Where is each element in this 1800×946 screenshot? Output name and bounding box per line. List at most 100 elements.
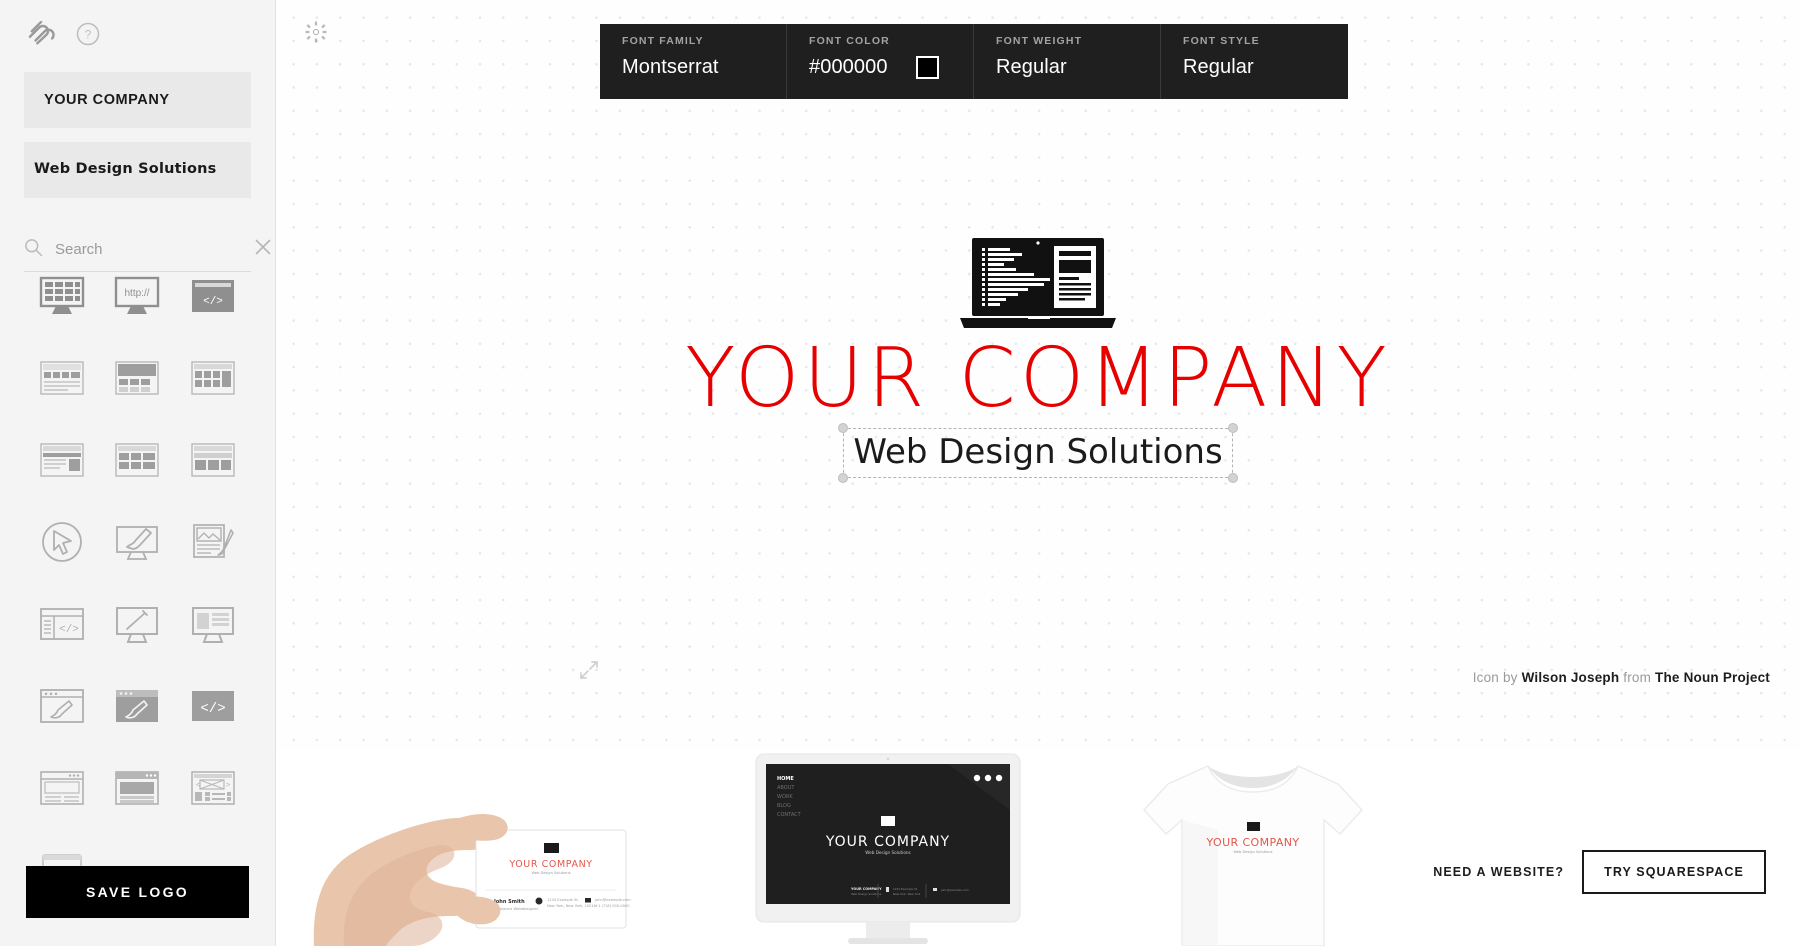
svg-text:Web Design Solutions: Web Design Solutions <box>851 892 882 896</box>
resize-handle-bottom-left[interactable] <box>838 473 849 483</box>
laptop-code-document-icon[interactable] <box>276 238 1800 330</box>
attribution-middle: from <box>1619 670 1656 685</box>
icon-result-browser-play[interactable] <box>24 834 100 866</box>
browser-brush-filled-icon <box>116 690 159 722</box>
font-color-selector[interactable]: FONT COLOR #000000 <box>787 24 974 99</box>
icon-result-wireframe-columns[interactable] <box>175 424 251 496</box>
icon-result-wireframe-hero[interactable] <box>100 342 176 414</box>
icon-result-monitor-pen[interactable] <box>100 588 176 660</box>
svg-text:</>: </> <box>59 624 79 636</box>
svg-text:Freelance Webdesigner: Freelance Webdesigner <box>494 906 539 911</box>
expand-icon[interactable] <box>579 660 599 680</box>
icon-result-image-brush[interactable] <box>175 506 251 578</box>
icon-result-wireframe-table[interactable] <box>100 424 176 496</box>
svg-text:john@example.com: john@example.com <box>940 888 969 892</box>
monitor-layout-icon <box>192 607 235 643</box>
icon-result-code-tag-filled[interactable]: </> <box>175 670 251 742</box>
svg-text:New York, New York: New York, New York <box>893 892 921 896</box>
font-family-selector[interactable]: FONT FAMILY Montserrat <box>600 24 787 99</box>
svg-text:>: > <box>226 782 230 789</box>
icon-result-monitor-brush[interactable] <box>100 506 176 578</box>
font-family-label: FONT FAMILY <box>622 35 704 47</box>
icon-result-browser-video[interactable] <box>100 752 176 824</box>
tagline-value: Web Design Solutions <box>34 161 217 177</box>
svg-text:1234 Example St.: 1234 Example St. <box>547 898 579 902</box>
font-color-swatch[interactable] <box>915 56 939 79</box>
browser-video-icon <box>115 771 160 805</box>
logo-tagline[interactable]: Web Design Solutions <box>843 428 1232 478</box>
save-logo-button[interactable]: SAVE LOGO <box>26 866 249 918</box>
attribution-source[interactable]: The Noun Project <box>1655 670 1770 685</box>
logo-title[interactable]: YOUR COMPANY <box>276 338 1800 420</box>
search-input[interactable] <box>55 241 254 258</box>
font-family-value: Montserrat <box>622 56 719 78</box>
attribution-author[interactable]: Wilson Joseph <box>1522 670 1620 685</box>
gear-icon[interactable] <box>305 21 327 43</box>
icon-result-monitor-http[interactable]: http:// <box>100 274 176 332</box>
logo-canvas[interactable]: FONT FAMILY Montserrat FONT COLOR #00000… <box>276 0 1800 946</box>
svg-text:http://: http:// <box>125 288 150 299</box>
cta-label: NEED A WEBSITE? <box>1433 865 1565 879</box>
icon-results-scroll[interactable]: http:// </> </> </> < > <box>0 274 275 866</box>
monitor-http-icon: http:// <box>115 276 160 314</box>
logo-maker-app: ? YOUR COMPANY Web Design Solutions Sear… <box>0 0 1800 946</box>
font-weight-value: Regular <box>996 56 1067 78</box>
icon-result-wireframe-list[interactable] <box>24 342 100 414</box>
tshirt-mockup[interactable]: YOUR COMPANY Web Design Solutions <box>1108 750 1398 946</box>
font-toolbar: FONT FAMILY Montserrat FONT COLOR #00000… <box>600 24 1348 99</box>
svg-text:</>: </> <box>201 701 226 717</box>
icon-result-browser-hero-text[interactable] <box>24 752 100 824</box>
font-style-label: FONT STYLE <box>1183 35 1260 47</box>
wireframe-table-icon <box>115 443 160 477</box>
business-card-mockup[interactable]: YOUR COMPANY Web Design Solutions John S… <box>304 750 724 946</box>
svg-text:?: ? <box>85 28 92 42</box>
sidebar: ? YOUR COMPANY Web Design Solutions Sear… <box>0 0 276 946</box>
icon-result-browser-code-window[interactable]: </> <box>24 588 100 660</box>
icon-result-cursor-circle[interactable] <box>24 506 100 578</box>
svg-text:Web Design Solutions: Web Design Solutions <box>531 871 570 875</box>
browser-play-icon <box>42 854 82 866</box>
svg-text:</>: </> <box>203 296 223 308</box>
font-color-row: #000000 <box>809 56 951 79</box>
svg-text:1234 Example St.: 1234 Example St. <box>893 887 918 891</box>
monitor-website-mockup[interactable]: HOME ABOUT WORK BLOG CONTACT YOUR COMPAN… <box>748 750 1028 946</box>
resize-handle-bottom-right[interactable] <box>1227 473 1238 483</box>
font-weight-selector[interactable]: FONT WEIGHT Regular <box>974 24 1161 99</box>
try-squarespace-button[interactable]: TRY SQUARESPACE <box>1582 850 1766 894</box>
save-logo-wrap: SAVE LOGO <box>0 866 275 946</box>
squarespace-logo[interactable] <box>26 21 58 47</box>
wireframe-sidebar-icon <box>191 361 235 395</box>
icon-result-browser-brush-filled[interactable] <box>100 670 176 742</box>
svg-text:New York, New York, 10016: New York, New York, 10016 <box>547 904 597 908</box>
attribution-prefix: Icon by <box>1472 670 1522 685</box>
font-style-selector[interactable]: FONT STYLE Regular <box>1161 24 1348 99</box>
icon-result-browser-gallery[interactable]: < > <box>175 752 251 824</box>
svg-text:BLOG: BLOG <box>777 803 791 809</box>
icon-result-wireframe-sidebar[interactable] <box>175 342 251 414</box>
logo-tagline-selection[interactable]: Web Design Solutions <box>838 423 1238 483</box>
browser-hero-text-icon <box>40 771 84 805</box>
icon-result-monitor-layout[interactable] <box>175 588 251 660</box>
close-icon[interactable] <box>254 238 272 261</box>
tagline-field[interactable]: Web Design Solutions <box>24 142 251 198</box>
icon-result-browser-code[interactable]: </> <box>175 274 251 332</box>
icon-result-wireframe-article[interactable] <box>24 424 100 496</box>
wireframe-hero-icon <box>115 361 160 395</box>
monitor-brush-icon <box>116 526 159 560</box>
help-circle-icon[interactable]: ? <box>76 22 100 46</box>
svg-text:CONTACT: CONTACT <box>777 812 802 818</box>
mockup-strip: YOUR COMPANY Web Design Solutions John S… <box>276 750 1800 946</box>
icon-result-browser-brush[interactable] <box>24 670 100 742</box>
company-name-field[interactable]: YOUR COMPANY <box>24 72 251 128</box>
svg-text:YOUR COMPANY: YOUR COMPANY <box>825 834 950 850</box>
icon-result-monitor-grid[interactable] <box>24 274 100 332</box>
logo-preview[interactable]: YOUR COMPANY Web Design Solutions <box>276 238 1800 483</box>
image-brush-icon <box>193 524 234 558</box>
svg-text:john@example.com: john@example.com <box>594 898 631 902</box>
font-color-label: FONT COLOR <box>809 35 890 47</box>
svg-text:Web Design Solutions: Web Design Solutions <box>1233 850 1272 854</box>
icon-search-row <box>24 228 271 272</box>
wireframe-article-icon <box>40 443 84 477</box>
svg-text:YOUR COMPANY: YOUR COMPANY <box>850 887 882 891</box>
resize-handle-top-right[interactable] <box>1227 423 1238 433</box>
